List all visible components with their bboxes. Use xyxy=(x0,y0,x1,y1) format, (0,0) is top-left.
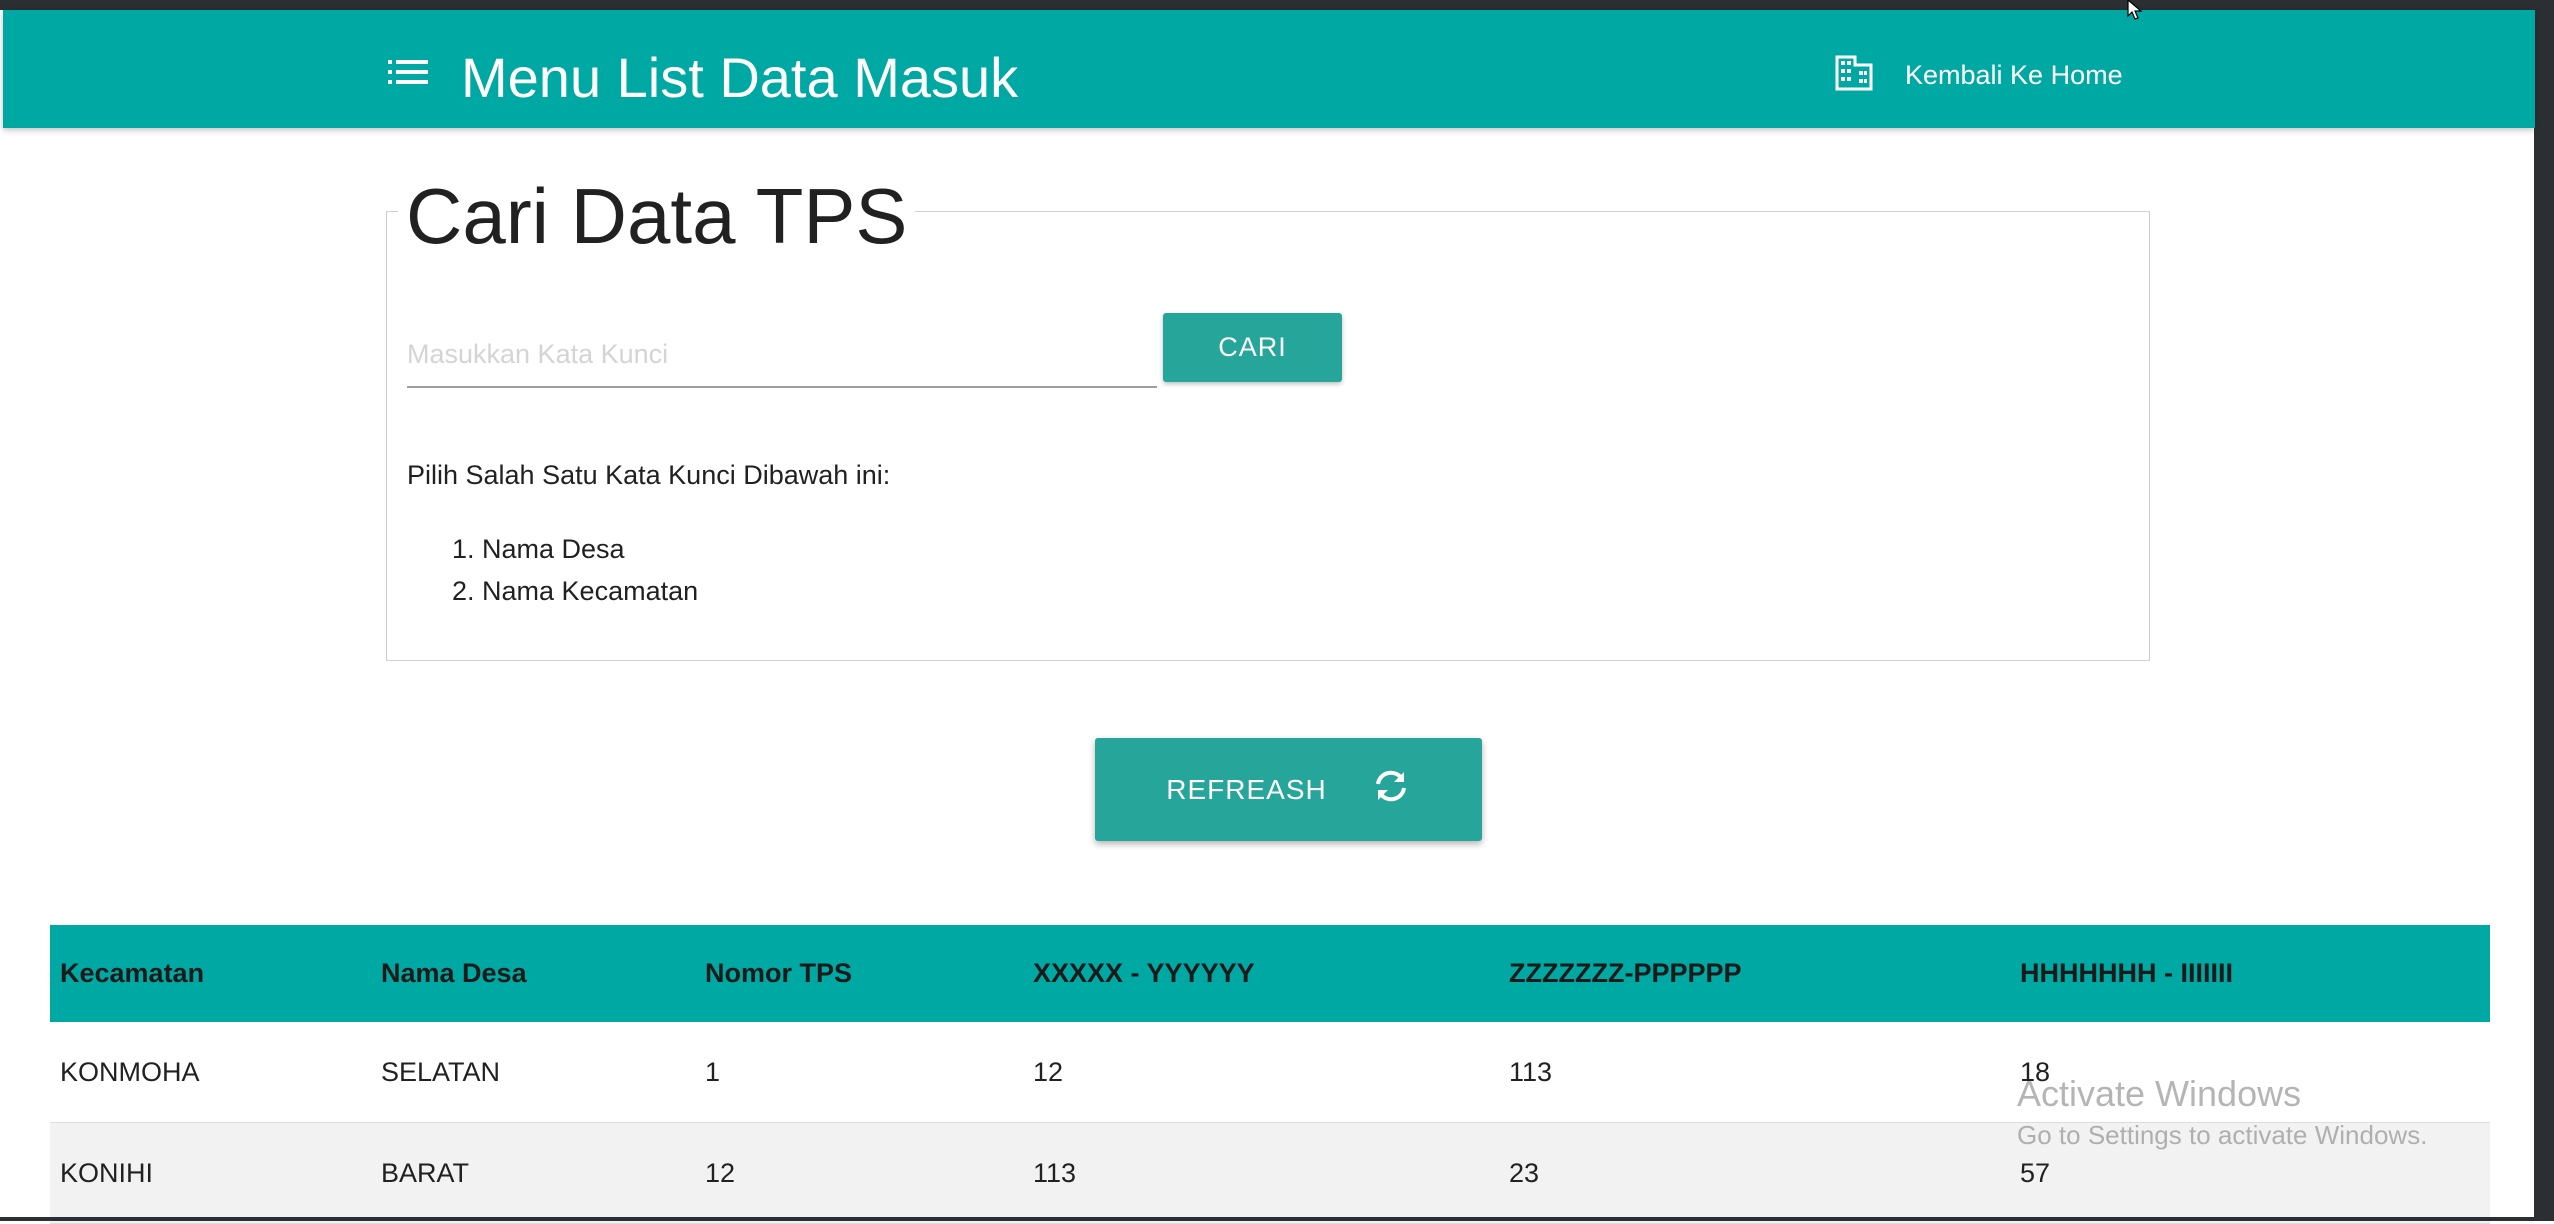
table-cell: KONIHI xyxy=(50,1123,371,1224)
column-header[interactable]: Nama Desa xyxy=(371,925,695,1022)
keyword-options: 1. Nama Desa 2. Nama Kecamatan xyxy=(452,528,698,612)
table-row[interactable]: KONMOHA SELATAN 1 12 113 18 xyxy=(50,1022,2490,1123)
search-title: Cari Data TPS xyxy=(398,168,915,264)
table-cell: 23 xyxy=(1499,1123,2010,1224)
column-header[interactable]: Nomor TPS xyxy=(695,925,1023,1022)
table-cell: SELATAN xyxy=(371,1022,695,1123)
table-cell: 18 xyxy=(2010,1022,2490,1123)
tps-data-table: Kecamatan Nama Desa Nomor TPS XXXXX - YY… xyxy=(50,925,2490,1224)
table-cell: BARAT xyxy=(371,1123,695,1224)
table-cell: 12 xyxy=(1023,1022,1499,1123)
menu-icon[interactable] xyxy=(388,57,428,87)
home-link[interactable]: Kembali Ke Home xyxy=(1835,54,2123,96)
refresh-button-label: REFREASH xyxy=(1166,774,1326,806)
column-header[interactable]: ZZZZZZZ-PPPPPP xyxy=(1499,925,2010,1022)
table-cell: 12 xyxy=(695,1123,1023,1224)
window-bottom-edge xyxy=(0,1217,2554,1221)
search-instruction: Pilih Salah Satu Kata Kunci Dibawah ini: xyxy=(407,460,890,491)
keyword-option: 1. Nama Desa xyxy=(452,528,698,570)
table-cell: KONMOHA xyxy=(50,1022,371,1123)
building-icon xyxy=(1835,55,1873,96)
page-title: Menu List Data Masuk xyxy=(461,38,1018,118)
refresh-button[interactable]: REFREASH xyxy=(1095,738,1482,841)
table-row[interactable]: KONIHI BARAT 12 113 23 57 xyxy=(50,1123,2490,1224)
navbar: Menu List Data Masuk Kembali Ke Home xyxy=(3,10,2535,128)
column-header[interactable]: XXXXX - YYYYYY xyxy=(1023,925,1499,1022)
window-top-edge xyxy=(0,0,2554,10)
column-header[interactable]: HHHHHHH - IIIIIII xyxy=(2010,925,2490,1022)
table-cell: 113 xyxy=(1023,1123,1499,1224)
table-cell: 1 xyxy=(695,1022,1023,1123)
home-link-label: Kembali Ke Home xyxy=(1905,60,2123,91)
search-button[interactable]: CARI xyxy=(1163,313,1342,382)
window-right-edge xyxy=(2534,0,2554,1221)
keyword-option: 2. Nama Kecamatan xyxy=(452,570,698,612)
column-header[interactable]: Kecamatan xyxy=(50,925,371,1022)
refresh-icon xyxy=(1371,768,1411,811)
table-header-row: Kecamatan Nama Desa Nomor TPS XXXXX - YY… xyxy=(50,925,2490,1022)
mouse-cursor-icon xyxy=(2126,0,2150,29)
search-input[interactable] xyxy=(407,322,1157,388)
table-cell: 113 xyxy=(1499,1022,2010,1123)
table-cell: 57 xyxy=(2010,1123,2490,1224)
